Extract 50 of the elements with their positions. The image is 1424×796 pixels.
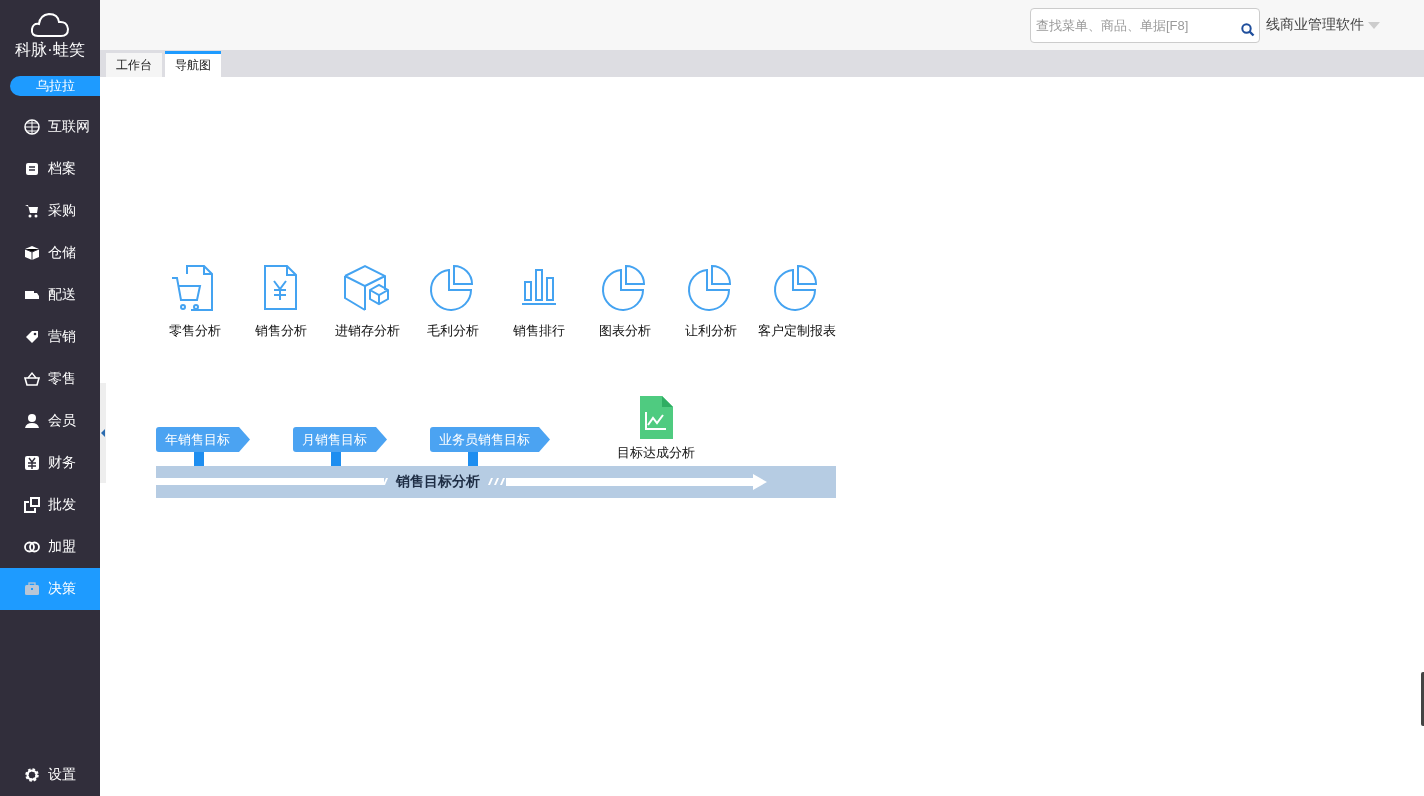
menu-icon [24,371,40,387]
report-link[interactable]: 让利分析 [668,264,754,340]
collapse-handle[interactable] [100,383,106,483]
report-link[interactable]: 进销存分析 [324,264,410,340]
menu-icon [24,329,40,345]
sidebar-item[interactable]: 会员 [0,400,100,442]
left-arrow-icon [101,429,105,437]
scroll-edge [1421,672,1424,726]
settings-icon [24,767,40,783]
menu-icon [24,161,40,177]
search-field[interactable]: 查找菜单、商品、单据[F8] [1030,7,1260,43]
report-link[interactable]: 客户定制报表 [754,264,840,340]
menu-icon [24,539,40,555]
report-link[interactable]: 图表分析 [582,264,668,340]
menu-icon [24,413,40,429]
sidebar-item[interactable]: 营销 [0,316,100,358]
report-link[interactable]: 销售排行 [496,264,582,340]
menu-icon [24,455,40,471]
sidebar-item[interactable]: 配送 [0,274,100,316]
sidebar-item[interactable]: 仓储 [0,232,100,274]
search-icon[interactable] [1241,22,1255,37]
settings-item[interactable]: 设置 [0,754,100,796]
flag-post [194,452,204,466]
sidebar-item[interactable]: 档案 [0,148,100,190]
cloud-icon [30,12,70,38]
product-menu[interactable]: 线商业管理软件 [1266,16,1364,34]
sidebar-item[interactable]: 财务 [0,442,100,484]
menu-icon [24,581,40,597]
sidebar-item[interactable]: 互联网 [0,106,100,148]
report-link[interactable]: 零售分析 [152,264,238,340]
menu-icon [24,245,40,261]
report-link[interactable]: 销售分析 [238,264,324,340]
caret-icon[interactable] [1368,21,1380,29]
logo-text: 科脉·蛙笑 [15,40,85,60]
tab[interactable]: 导航图 [165,51,221,77]
menu-icon [24,119,40,135]
band-title: 销售目标分析 [396,473,480,491]
sidebar-item[interactable]: 零售 [0,358,100,400]
menu-icon [24,497,40,513]
sidebar-item[interactable]: 批发 [0,484,100,526]
tab[interactable]: 工作台 [106,53,162,77]
report-link[interactable]: 毛利分析 [410,264,496,340]
menu-icon [24,203,40,219]
chart-document-icon [639,396,673,439]
achievement-link[interactable]: 目标达成分析 [617,396,695,462]
sidebar-item[interactable]: 加盟 [0,526,100,568]
arrow-icon [488,474,768,490]
flag-post [331,452,341,466]
sidebar-item[interactable]: 采购 [0,190,100,232]
flag-post [468,452,478,466]
